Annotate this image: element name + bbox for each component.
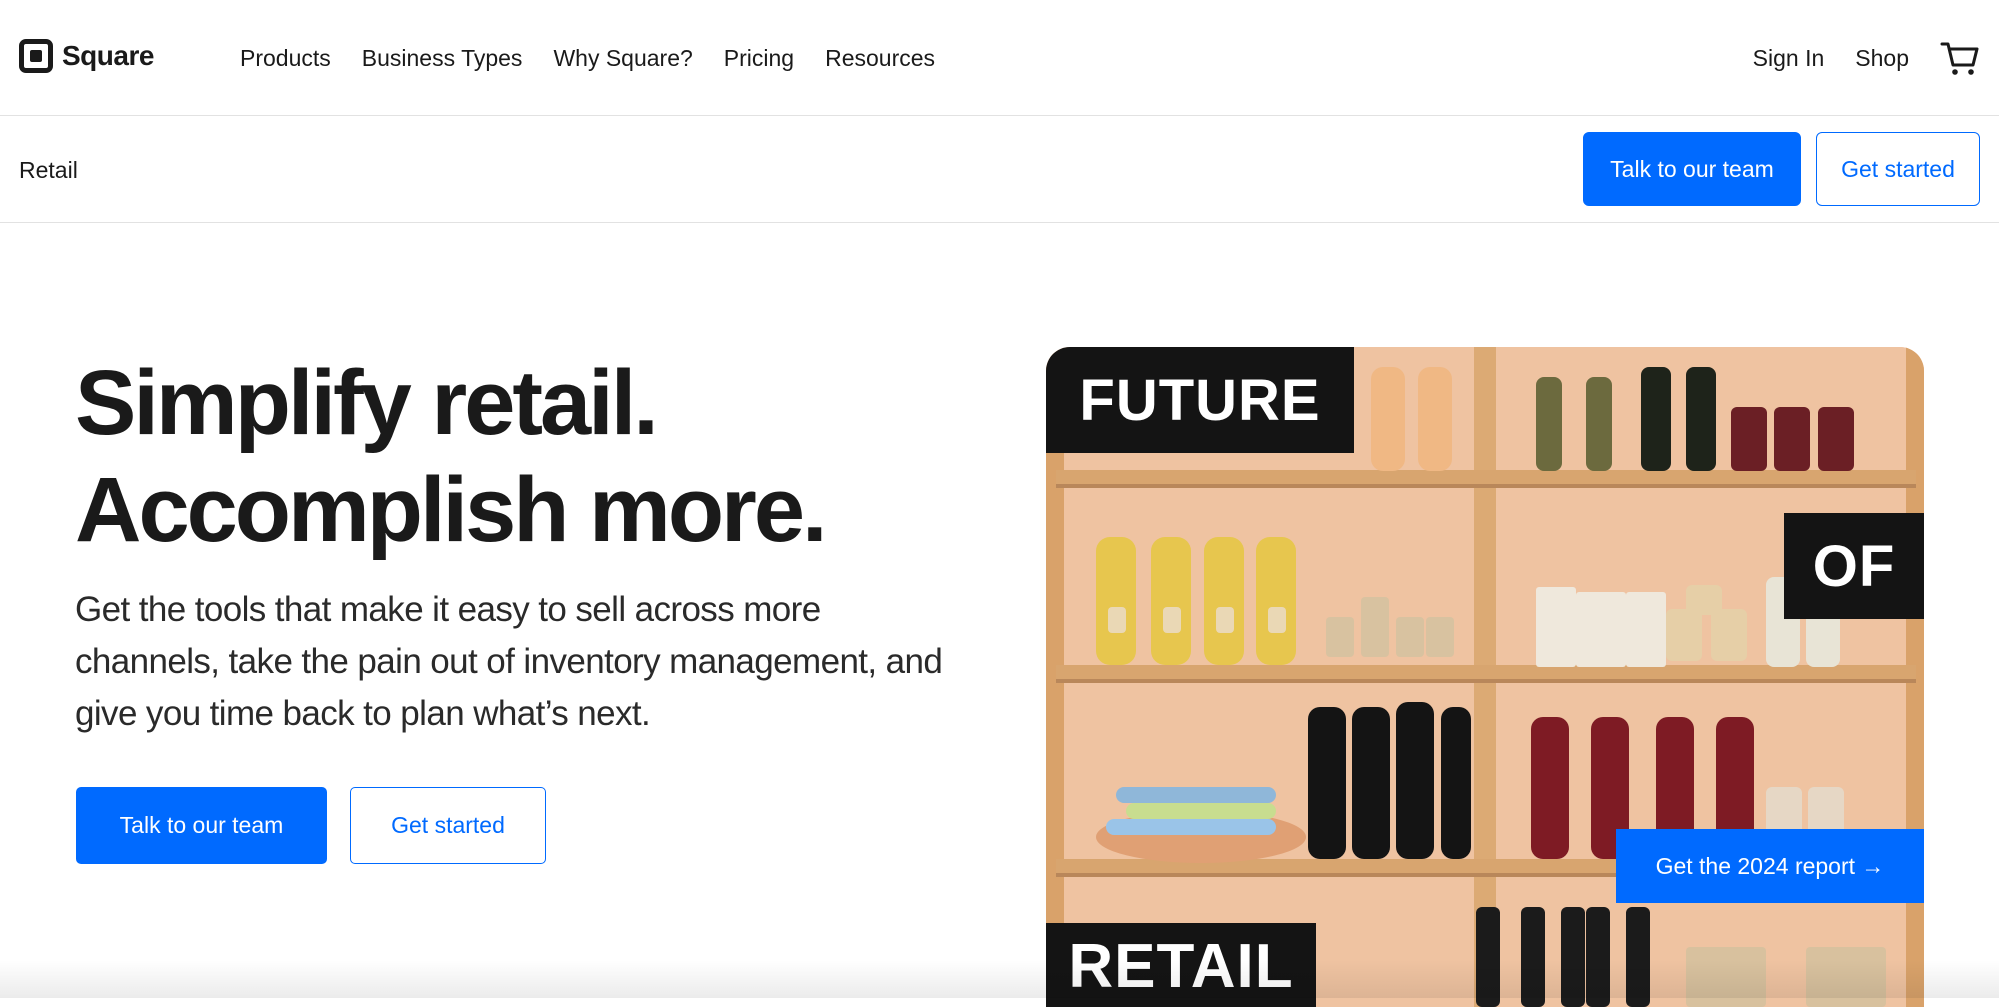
hero-headline: Simplify retail. Accomplish more. [75,350,828,564]
promo-word-of: OF [1784,513,1924,619]
square-logo-icon [19,39,53,73]
brand-name: Square [62,40,154,71]
hero-headline-line1: Simplify retail. [75,352,659,454]
hero-get-started-button[interactable]: Get started [350,787,546,864]
nav-link-business-types[interactable]: Business Types [362,40,523,76]
subnav-get-started-button[interactable]: Get started [1816,132,1980,206]
nav-link-why-square[interactable]: Why Square? [553,40,692,76]
cart-icon[interactable] [1940,38,1980,78]
future-of-retail-image: FUTURE OF RETAIL Get the 2024 report → [1046,347,1924,1007]
subnav-talk-to-team-button[interactable]: Talk to our team [1583,132,1801,206]
top-navigation: Square Products Business Types Why Squar… [0,0,1999,116]
promo-word-retail: RETAIL [1046,923,1316,1007]
promo-word-future: FUTURE [1046,347,1354,453]
nav-link-pricing[interactable]: Pricing [724,40,794,76]
hero-headline-line2: Accomplish more. [75,459,828,561]
retail-subnav: Retail Talk to our team Get started [0,116,1999,223]
sign-in-link[interactable]: Sign In [1753,40,1825,76]
subnav-title[interactable]: Retail [19,152,78,188]
nav-link-resources[interactable]: Resources [825,40,935,76]
square-logo[interactable]: Square [19,38,154,74]
account-links: Sign In Shop [1753,38,1980,78]
get-report-button[interactable]: Get the 2024 report → [1616,829,1924,903]
hero-talk-to-team-button[interactable]: Talk to our team [76,787,327,864]
shop-link[interactable]: Shop [1855,40,1909,76]
main-nav-links: Products Business Types Why Square? Pric… [240,40,935,76]
hero-subtext: Get the tools that make it easy to sell … [75,590,943,733]
nav-link-products[interactable]: Products [240,40,331,76]
